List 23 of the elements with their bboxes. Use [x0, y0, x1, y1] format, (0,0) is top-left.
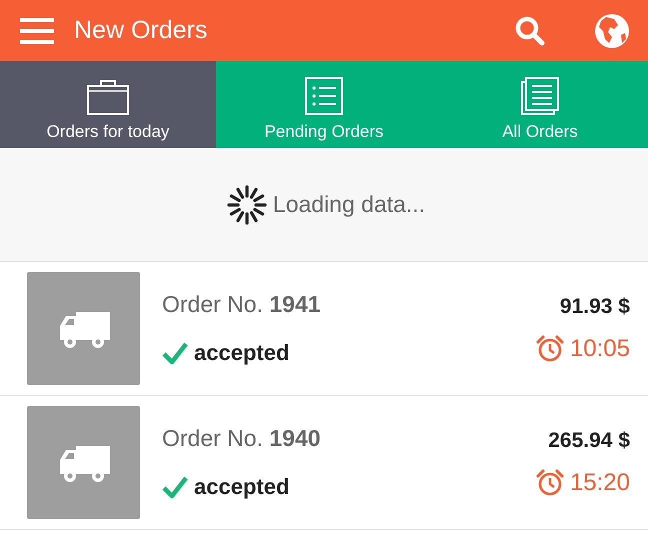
order-price: 91.93 $ — [560, 294, 630, 318]
checkmark-icon — [162, 475, 188, 499]
menu-icon[interactable] — [20, 16, 54, 44]
order-time: 15:20 — [570, 468, 630, 496]
order-number: Order No. 1941 — [162, 291, 322, 318]
briefcase-icon — [86, 78, 130, 116]
alarm-clock-icon — [536, 334, 564, 362]
order-time: 10:05 — [570, 334, 630, 362]
order-number: Order No. 1940 — [162, 425, 322, 452]
order-row[interactable]: Order No. 1940 accepted 265.94 $ 15:20 — [0, 396, 648, 530]
order-status: accepted — [194, 474, 290, 500]
documents-icon — [520, 76, 560, 116]
order-price: 265.94 $ — [548, 428, 630, 452]
globe-icon[interactable] — [594, 12, 630, 48]
tab[interactable]: Orders for today — [0, 61, 216, 148]
search-icon[interactable] — [514, 14, 546, 46]
checkmark-icon — [162, 341, 188, 365]
list-icon — [304, 76, 344, 116]
order-status: accepted — [194, 340, 290, 366]
loading-text: Loading data... — [272, 191, 426, 218]
order-row[interactable]: Order No. 1941 accepted 91.93 $ 10:05 — [0, 262, 648, 396]
screen-title: New Orders — [74, 16, 208, 45]
alarm-clock-icon — [536, 468, 564, 496]
